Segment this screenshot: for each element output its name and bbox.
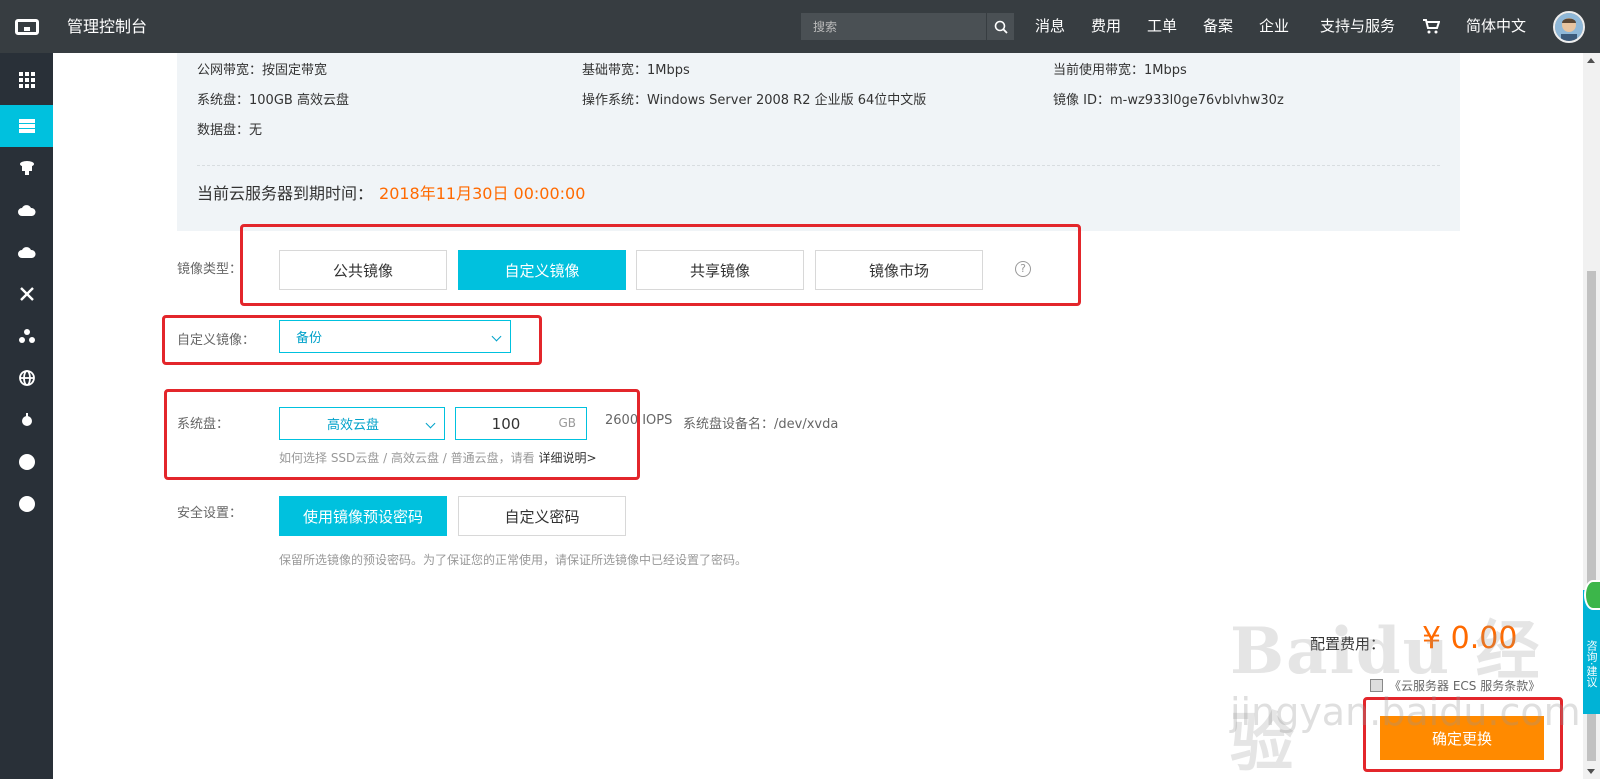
- nav-support[interactable]: 支持与服务: [1320, 0, 1395, 53]
- nav-billing[interactable]: 费用: [1091, 0, 1121, 53]
- search-box: [801, 13, 1014, 40]
- annotation-box: [162, 315, 542, 365]
- disk-device-name: 系统盘设备名：/dev/xvda: [683, 417, 839, 432]
- security-label: 安全设置：: [177, 506, 243, 521]
- divider: [197, 165, 1440, 166]
- cloud-upload-icon[interactable]: [0, 231, 53, 273]
- avatar[interactable]: [1553, 11, 1585, 43]
- chat-icon[interactable]: [1584, 580, 1600, 610]
- public-bandwidth: 公网带宽：按固定带宽: [197, 63, 328, 78]
- os-info: 操作系统：Windows Server 2008 R2 企业版 64位中文版: [582, 93, 927, 108]
- nav-enterprise[interactable]: 企业: [1259, 0, 1289, 53]
- circle-icon[interactable]: [0, 441, 53, 483]
- data-disk-info: 数据盘：无: [197, 123, 263, 138]
- aliyun-logo-icon[interactable]: [0, 0, 53, 53]
- cluster-icon[interactable]: [0, 315, 53, 357]
- annotation-box: [240, 224, 1081, 306]
- system-disk-info: 系统盘：100GB 高效云盘: [197, 93, 349, 108]
- grid-icon[interactable]: [0, 59, 53, 101]
- scroll-down-icon[interactable]: [1587, 769, 1595, 774]
- cloud-storage-icon[interactable]: [0, 189, 53, 231]
- instance-info-panel: 公网带宽：按固定带宽 基础带宽：1Mbps 当前使用带宽：1Mbps 系统盘：1…: [177, 53, 1460, 231]
- app-title[interactable]: 管理控制台: [67, 0, 147, 53]
- search-icon[interactable]: [986, 13, 1014, 40]
- expire-time: 当前云服务器到期时间： 2018年11月30日 00:00:00: [197, 184, 586, 203]
- gear-cloud-icon[interactable]: [0, 399, 53, 441]
- preset-password-button[interactable]: 使用镜像预设密码: [279, 496, 447, 536]
- nav-messages[interactable]: 消息: [1035, 0, 1065, 53]
- annotation-box: [164, 389, 640, 480]
- circle-icon[interactable]: [0, 483, 53, 525]
- nav-tickets[interactable]: 工单: [1147, 0, 1177, 53]
- network-icon[interactable]: [0, 273, 53, 315]
- nav-icp[interactable]: 备案: [1203, 0, 1233, 53]
- current-bandwidth: 当前使用带宽：1Mbps: [1053, 63, 1187, 78]
- scroll-up-icon[interactable]: [1587, 58, 1595, 63]
- base-bandwidth: 基础带宽：1Mbps: [582, 63, 690, 78]
- image-id: 镜像 ID：m-wz933l0ge76vblvhw30z: [1053, 93, 1284, 108]
- image-type-label: 镜像类型：: [177, 262, 243, 277]
- security-hint: 保留所选镜像的预设密码。为了保证您的正常使用，请保证所选镜像中已经设置了密码。: [279, 553, 748, 567]
- baidu-watermark-url: jingyan.baidu.com: [1230, 690, 1581, 734]
- cart-icon[interactable]: [1422, 18, 1441, 36]
- database-icon[interactable]: [0, 147, 53, 189]
- sidebar: [0, 53, 53, 779]
- search-input[interactable]: [801, 13, 986, 40]
- top-bar: 管理控制台 消息 费用 工单 备案 企业 支持与服务 简体中文: [0, 0, 1600, 53]
- custom-password-button[interactable]: 自定义密码: [458, 496, 626, 536]
- language-switch[interactable]: 简体中文: [1466, 0, 1526, 53]
- globe-icon[interactable]: [0, 357, 53, 399]
- server-icon[interactable]: [0, 105, 53, 147]
